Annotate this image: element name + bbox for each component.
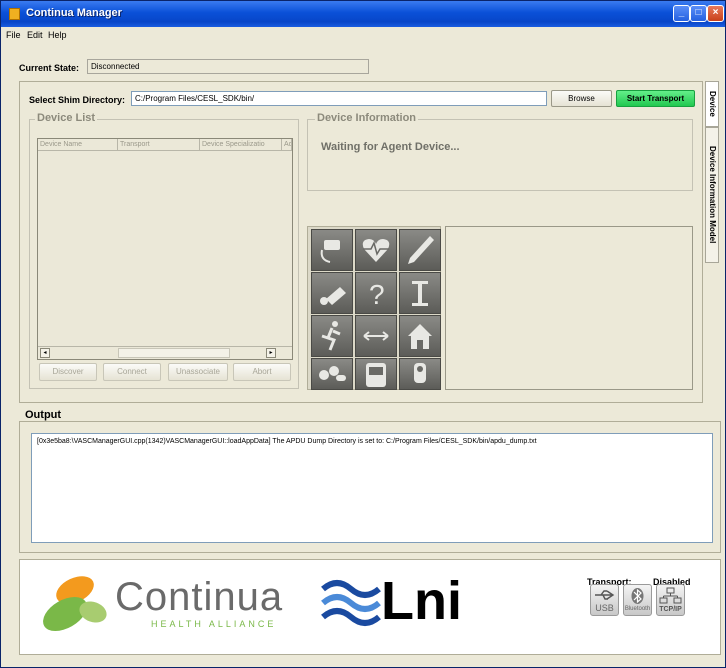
connect-button[interactable]: Connect [103, 363, 161, 381]
device-table[interactable]: Device Name Transport Device Specializat… [37, 138, 293, 360]
usb-label: USB [595, 603, 614, 613]
blood-pressure-icon[interactable] [311, 229, 353, 271]
usb-transport-button[interactable]: USB [590, 584, 619, 616]
window-title: Continua Manager [26, 7, 122, 19]
title-bar[interactable]: Continua Manager _ □ × [1, 1, 725, 27]
close-button[interactable]: × [707, 5, 724, 22]
scroll-thumb[interactable] [118, 348, 230, 358]
menu-help[interactable]: Help [48, 30, 67, 40]
menu-edit[interactable]: Edit [27, 30, 43, 40]
column-header-transport[interactable]: Transport [118, 139, 200, 151]
device-info-title: Device Information [315, 112, 419, 124]
horizontal-scrollbar[interactable]: ◂ ▸ [38, 346, 292, 359]
svg-text:?: ? [369, 279, 385, 310]
unassociate-button[interactable]: Unassociate [168, 363, 228, 381]
app-icon [9, 8, 20, 20]
tcpip-transport-button[interactable]: TCP/IP [656, 584, 685, 616]
device-detail-area [445, 226, 693, 390]
tab-device[interactable]: Device [705, 81, 719, 127]
bluetooth-label: Bluetooth [624, 606, 651, 612]
exchange-icon[interactable] [355, 315, 397, 357]
abort-button[interactable]: Abort [233, 363, 291, 381]
network-icon [659, 587, 682, 604]
discover-button[interactable]: Discover [39, 363, 97, 381]
help-icon[interactable]: ? [355, 272, 397, 314]
app-window: Continua Manager _ □ × File Edit Help Cu… [0, 0, 726, 668]
current-state-field: Disconnected [87, 59, 369, 74]
shim-directory-label: Select Shim Directory: [29, 95, 126, 105]
column-header-specialization[interactable]: Device Specializatio [200, 139, 282, 151]
minimize-button[interactable]: _ [673, 5, 690, 22]
device-list-title: Device List [35, 112, 98, 124]
maximize-button[interactable]: □ [690, 5, 707, 22]
menu-file[interactable]: File [6, 30, 21, 40]
continua-subtitle: HEALTH ALLIANCE [151, 619, 277, 629]
home-icon[interactable] [399, 315, 441, 357]
menu-bar: File Edit Help [1, 27, 725, 43]
continua-logo-icon [37, 568, 117, 640]
bluetooth-transport-button[interactable]: Bluetooth [623, 584, 652, 616]
glucose-meter-icon[interactable] [355, 358, 397, 390]
tcpip-label: TCP/IP [659, 606, 682, 613]
column-header-ac[interactable]: Ac [282, 139, 292, 151]
column-header-device-name[interactable]: Device Name [38, 139, 118, 151]
device-icon-grid: ? [307, 226, 441, 390]
output-log[interactable]: [0x3e5ba8:\VASCManagerGUI.cpp(1342)VASCM… [31, 433, 713, 543]
height-scale-icon[interactable] [399, 272, 441, 314]
activity-icon[interactable] [311, 315, 353, 357]
tab-device-information-model[interactable]: Device Information Model [705, 127, 719, 263]
output-line: [0x3e5ba8:\VASCManagerGUI.cpp(1342)VASCM… [37, 438, 537, 445]
heart-rate-icon[interactable] [355, 229, 397, 271]
device-info-status: Waiting for Agent Device... [321, 141, 460, 153]
lni-wave-icon [321, 575, 381, 631]
shim-directory-input[interactable]: C:/Program Files/CESL_SDK/bin/ [131, 91, 547, 106]
device-info-group [307, 119, 693, 191]
medication-icon[interactable] [311, 358, 353, 390]
weighing-scale-icon[interactable] [311, 272, 353, 314]
start-transport-button[interactable]: Start Transport [616, 90, 695, 107]
pulse-oximeter-icon[interactable] [399, 358, 441, 390]
lni-wordmark: Lni [381, 571, 462, 631]
continua-wordmark: Continua [115, 575, 284, 619]
current-state-label: Current State: [19, 63, 80, 73]
scroll-left-icon[interactable]: ◂ [40, 348, 50, 358]
usb-icon [595, 590, 615, 600]
thermometer-icon[interactable] [399, 229, 441, 271]
bluetooth-icon [631, 588, 644, 604]
scroll-right-icon[interactable]: ▸ [266, 348, 276, 358]
output-title: Output [25, 409, 62, 421]
browse-button[interactable]: Browse [551, 90, 612, 107]
